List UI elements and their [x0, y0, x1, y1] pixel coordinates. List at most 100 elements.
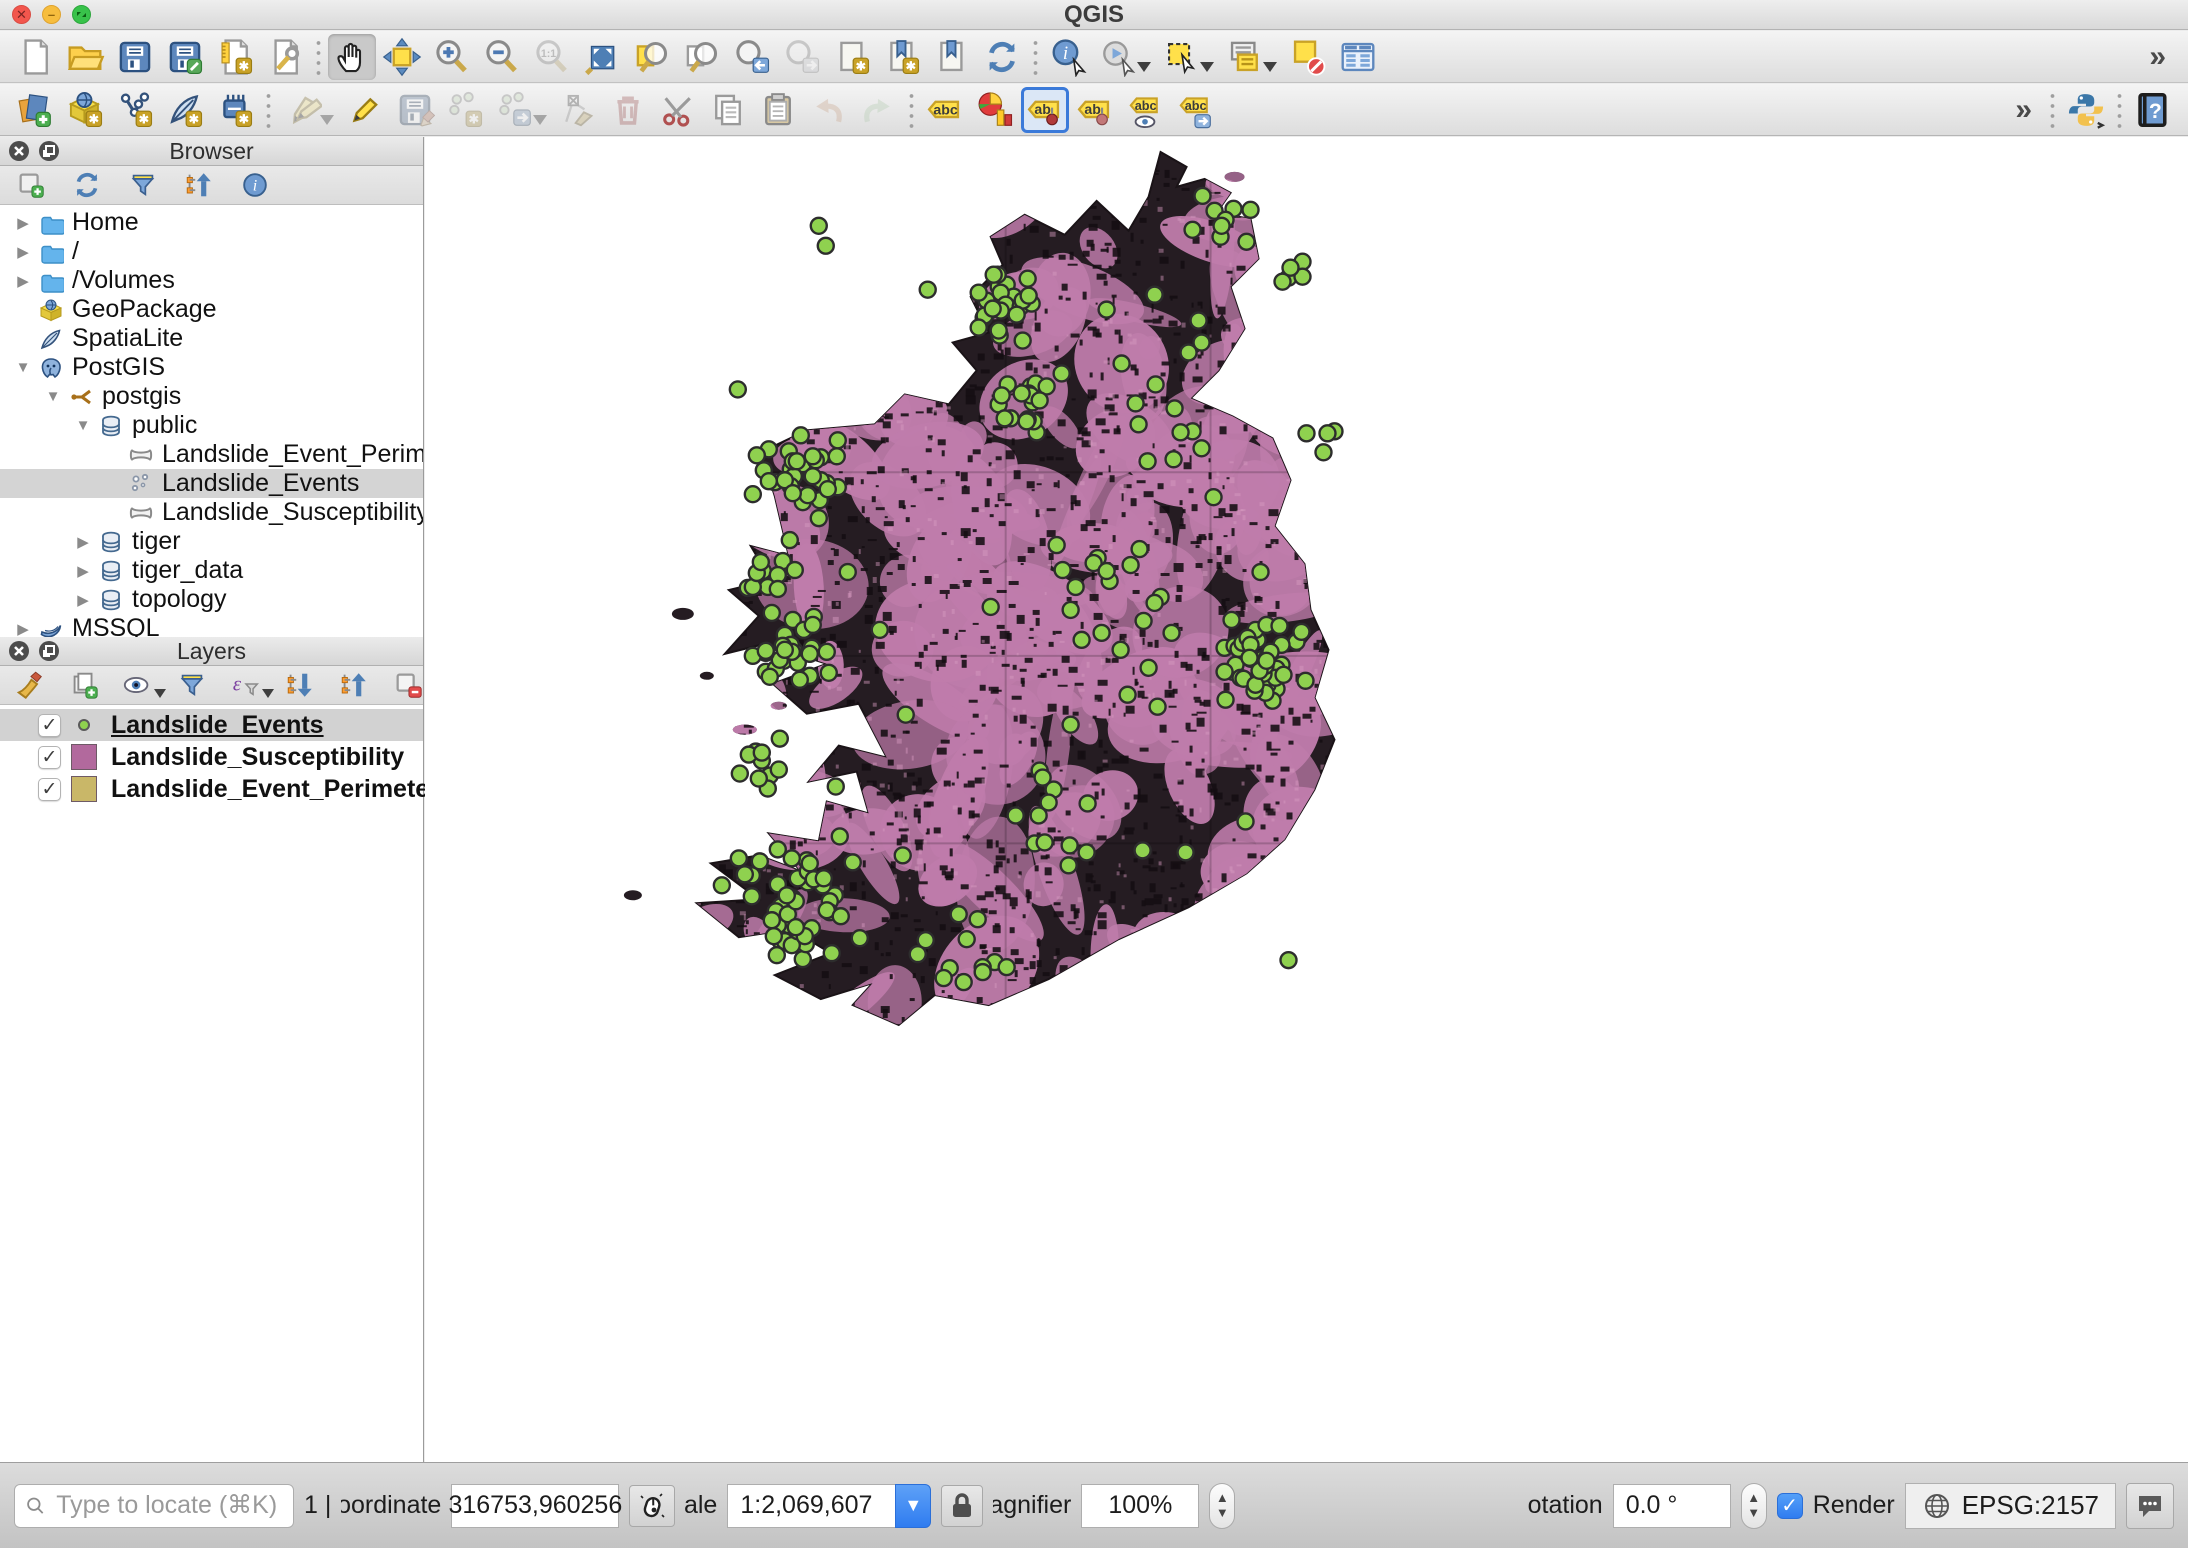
scale-combobox[interactable]: 1:2,069,607 ▼ [727, 1484, 931, 1528]
save-project-button[interactable] [111, 34, 159, 80]
browser-float-icon[interactable] [38, 140, 60, 162]
filter-legend-button[interactable] [176, 668, 208, 702]
cut-features-button[interactable] [654, 87, 702, 133]
select-by-value-button[interactable] [1221, 34, 1269, 80]
layer-visibility-checkbox[interactable]: ✓ [38, 778, 61, 801]
layer-labeling-button[interactable]: abc [921, 87, 969, 133]
pin-labels-button[interactable]: ab [1021, 87, 1069, 133]
tree-expander-icon[interactable]: ▶ [10, 272, 36, 290]
properties-info-button[interactable]: i [238, 168, 272, 202]
dropdown-caret-icon[interactable] [1263, 62, 1277, 72]
layer-row-landslide-events[interactable]: ✓Landslide_Events [0, 709, 423, 741]
layer-row-landslide-event-perimeter[interactable]: ✓Landslide_Event_Perimeter [0, 773, 423, 805]
tree-expander-icon[interactable]: ▼ [10, 359, 36, 376]
refresh-button[interactable] [978, 34, 1026, 80]
render-checkbox[interactable]: ✓ [1777, 1493, 1803, 1519]
filter-browser-button[interactable] [126, 168, 160, 202]
new-geopackage-button[interactable] [61, 87, 109, 133]
attribute-table-button[interactable] [1334, 34, 1382, 80]
scale-value[interactable]: 1:2,069,607 [727, 1484, 895, 1528]
move-feature-button[interactable] [491, 87, 539, 133]
save-project-as-button[interactable] [161, 34, 209, 80]
zoom-last-button[interactable] [728, 34, 776, 80]
scale-lock-button[interactable] [941, 1485, 983, 1527]
browser-item-postgis[interactable]: ▼postgis [0, 382, 423, 411]
select-features-button[interactable] [1158, 34, 1206, 80]
layer-diagram-button[interactable] [971, 87, 1019, 133]
close-window-button[interactable]: ✕ [12, 5, 31, 24]
highlight-pinned-labels-button[interactable]: ab [1071, 87, 1119, 133]
zoom-next-button[interactable] [778, 34, 826, 80]
zoom-full-button[interactable] [578, 34, 626, 80]
tree-expander-icon[interactable]: ▶ [70, 591, 96, 609]
deselect-all-button[interactable] [1284, 34, 1332, 80]
identify-button[interactable]: i [1045, 34, 1093, 80]
magnifier-stepper[interactable]: ▲▼ [1209, 1483, 1235, 1529]
undo-button[interactable] [804, 87, 852, 133]
rotation-stepper[interactable]: ▲▼ [1741, 1483, 1767, 1529]
redo-button[interactable] [854, 87, 902, 133]
browser-item-postgis[interactable]: ▼PostGIS [0, 353, 423, 382]
tree-expander-icon[interactable]: ▶ [70, 533, 96, 551]
filter-expression-button[interactable]: ε [230, 668, 262, 702]
crs-button[interactable]: EPSG:2157 [1905, 1483, 2116, 1529]
layer-visibility-checkbox[interactable]: ✓ [38, 746, 61, 769]
zoom-native-button[interactable]: 1:1 [528, 34, 576, 80]
show-bookmarks-button[interactable] [878, 34, 926, 80]
dropdown-caret-icon[interactable] [533, 115, 547, 125]
zoom-to-selection-button[interactable] [628, 34, 676, 80]
coordinate-input[interactable]: 316753,960256 [451, 1484, 619, 1528]
tree-expander-icon[interactable]: ▶ [70, 562, 96, 580]
collapse-all-button[interactable] [338, 668, 370, 702]
browser-item-landslide-susceptibility[interactable]: Landslide_Susceptibility [0, 498, 423, 527]
browser-item--volumes[interactable]: ▶/Volumes [0, 266, 423, 295]
layout-manager-button[interactable] [261, 34, 309, 80]
browser-item-topology[interactable]: ▶topology [0, 585, 423, 614]
expand-all-button[interactable] [284, 668, 316, 702]
dropdown-caret-icon[interactable] [262, 689, 274, 698]
new-spatialite-button[interactable] [161, 87, 209, 133]
new-print-layout-button[interactable] [211, 34, 259, 80]
browser-item-tiger-data[interactable]: ▶tiger_data [0, 556, 423, 585]
extents-toggle-button[interactable] [629, 1485, 675, 1527]
add-feature-button[interactable] [441, 87, 489, 133]
save-edits-button[interactable] [391, 87, 439, 133]
python-console-button[interactable] [2062, 87, 2110, 133]
open-project-button[interactable] [61, 34, 109, 80]
pan-map-button[interactable] [328, 34, 376, 80]
tree-expander-icon[interactable]: ▼ [70, 417, 96, 434]
refresh-button[interactable] [70, 168, 104, 202]
browser-item-mssql[interactable]: ▶MSSQL [0, 614, 423, 637]
delete-selected-button[interactable] [604, 87, 652, 133]
chevron-down-icon[interactable]: ▼ [895, 1484, 931, 1528]
add-group-button[interactable] [68, 668, 100, 702]
move-label-button[interactable]: abc [1171, 87, 1219, 133]
show-hide-labels-button[interactable]: abc [1121, 87, 1169, 133]
tree-expander-icon[interactable]: ▼ [40, 388, 66, 405]
current-edits-button[interactable] [278, 87, 326, 133]
datasource-manager-button[interactable] [11, 87, 59, 133]
copy-features-button[interactable] [704, 87, 752, 133]
style-manager-button[interactable] [14, 668, 46, 702]
browser-item-home[interactable]: ▶Home [0, 208, 423, 237]
zoom-out-button[interactable] [478, 34, 526, 80]
browser-item-public[interactable]: ▼public [0, 411, 423, 440]
browser-item-landslide-events[interactable]: Landslide_Events [0, 469, 423, 498]
toolbar-overflow-button[interactable]: » [2003, 93, 2044, 127]
map-canvas[interactable] [425, 137, 2188, 1462]
messages-button[interactable] [2126, 1483, 2174, 1529]
dropdown-caret-icon[interactable] [1137, 62, 1151, 72]
paste-features-button[interactable] [754, 87, 802, 133]
rotation-input[interactable]: 0.0 ° [1613, 1484, 1731, 1528]
vertex-tool-button[interactable] [554, 87, 602, 133]
browser-item-landslide-event-perimeter[interactable]: Landslide_Event_Perimeter [0, 440, 423, 469]
run-feature-action-button[interactable] [1095, 34, 1143, 80]
new-virtual-layer-button[interactable] [211, 87, 259, 133]
help-button[interactable]: ? [2129, 87, 2177, 133]
browser-item-geopackage[interactable]: GeoPackage [0, 295, 423, 324]
bookmark-manager-button[interactable] [928, 34, 976, 80]
layer-visibility-checkbox[interactable]: ✓ [38, 714, 61, 737]
dropdown-caret-icon[interactable] [1200, 62, 1214, 72]
minimize-window-button[interactable]: – [42, 5, 61, 24]
dropdown-caret-icon[interactable] [320, 115, 334, 125]
